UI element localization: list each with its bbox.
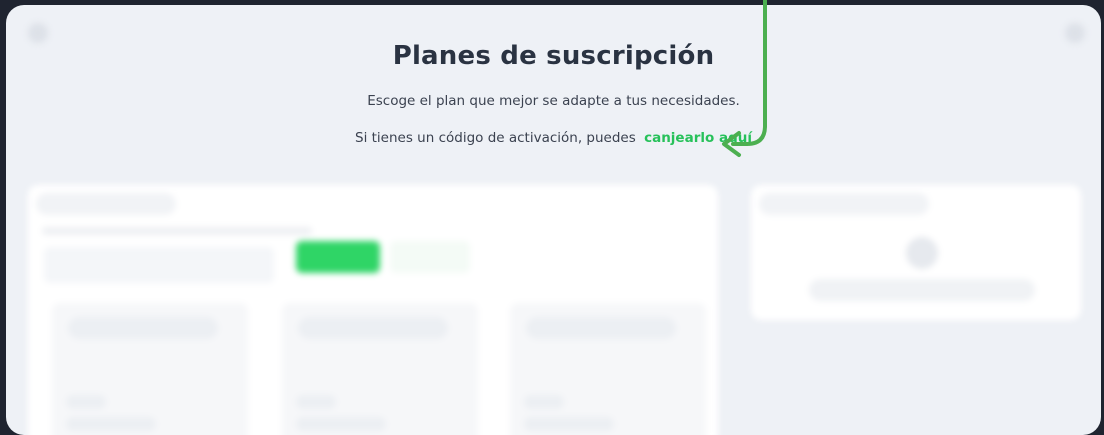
summary-heading [759,193,929,215]
summary-empty-message [809,279,1035,301]
plan-feature [66,395,106,409]
plan-feature [524,417,614,431]
plan-tile-1[interactable] [52,303,248,435]
billing-toggle-inactive[interactable] [390,241,470,273]
cart-icon [906,237,938,269]
page-header: Planes de suscripción Escoge el plan que… [6,5,1101,180]
plan-tile-label [526,317,676,339]
search-strip [44,247,274,283]
plan-feature [296,395,336,409]
activation-text: Si tienes un código de activación, puede… [355,130,636,146]
plan-tile-label [298,317,448,339]
plan-feature [66,417,156,431]
plan-feature [524,395,564,409]
plans-card-hint [42,227,312,235]
plan-tile-label [68,317,218,339]
plan-tile-3[interactable] [510,303,706,435]
subscription-panel: Planes de suscripción Escoge el plan que… [6,5,1101,435]
activation-code-line: Si tienes un código de activación, puede… [6,130,1101,146]
plan-tile-2[interactable] [282,303,478,435]
page-subtitle: Escoge el plan que mejor se adapte a tus… [367,93,740,109]
plans-card-heading [36,193,176,215]
redeem-code-link[interactable]: canjearlo aquí [644,130,752,146]
plans-card [28,185,718,435]
billing-toggle-active[interactable] [296,241,380,273]
order-summary-card [751,185,1081,320]
page-title: Planes de suscripción [392,41,715,71]
plan-feature [296,417,386,431]
